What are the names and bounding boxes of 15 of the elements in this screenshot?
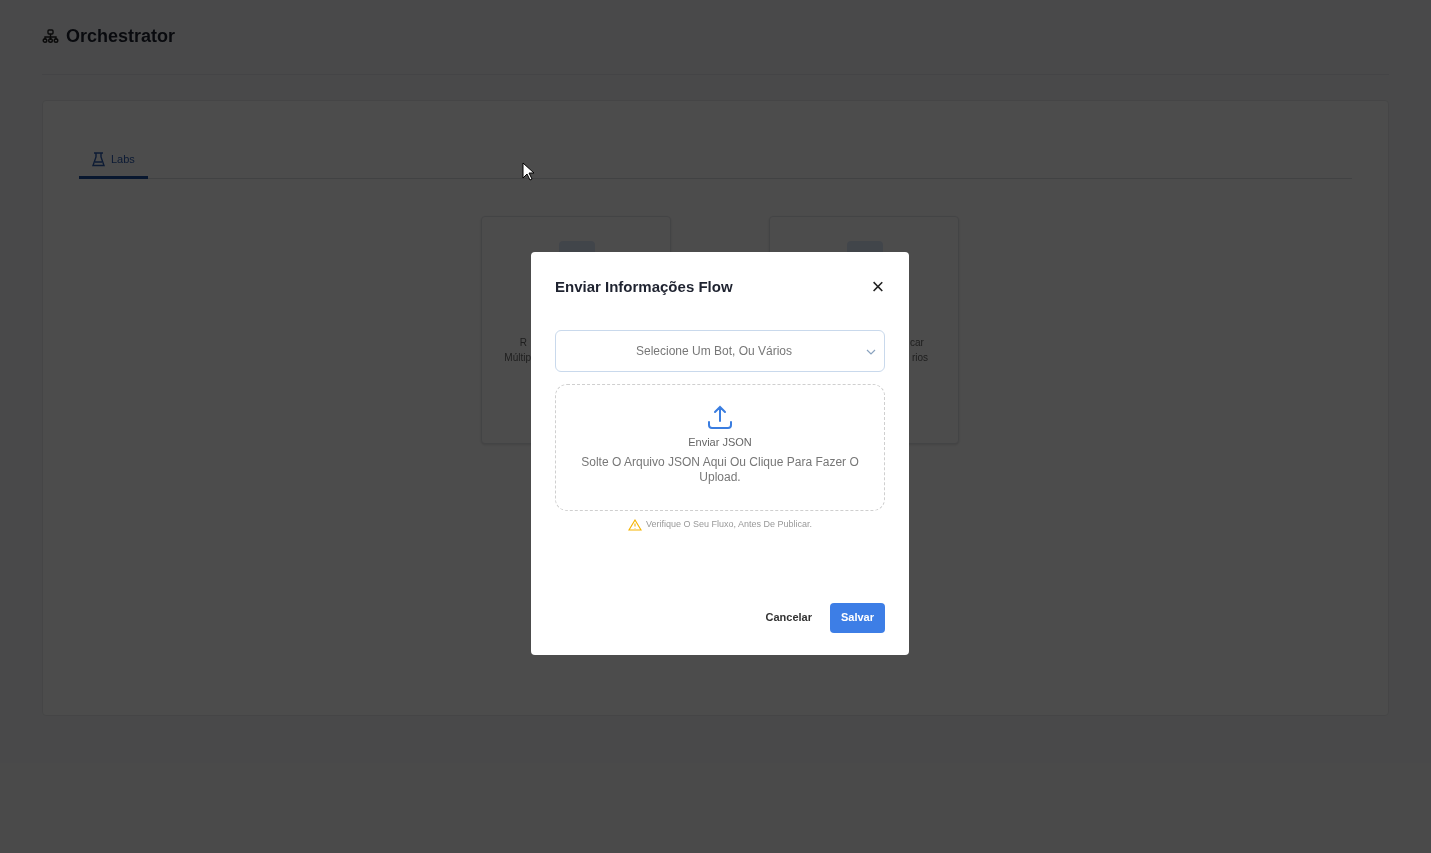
chevron-down-icon [866,349,876,355]
mouse-cursor-icon [522,162,534,181]
upload-dropzone[interactable]: Enviar JSON Solte O Arquivo JSON Aqui Ou Clique Para Fazer O Upload. [555,384,885,511]
bot-select[interactable]: Selecione Um Bot, Ou Vários [555,330,885,372]
dialog-title: Enviar Informações Flow [555,276,733,297]
warning-icon [627,518,642,531]
upload-title: Enviar JSON [688,435,752,450]
select-placeholder: Selecione Um Bot, Ou Vários [635,343,794,360]
upload-icon [707,405,733,430]
save-button[interactable]: Salvar [829,602,885,633]
upload-hint: Solte O Arquivo JSON Aqui Ou Clique Para Fazer O Upload. [580,454,860,485]
warning-text: Verifique O Seu Fluxo, Antes De Publicar. [645,518,813,531]
cancel-button[interactable]: Cancelar [765,602,812,633]
page-title: Orchestrator [66,24,176,48]
close-button[interactable]: × [869,276,887,298]
